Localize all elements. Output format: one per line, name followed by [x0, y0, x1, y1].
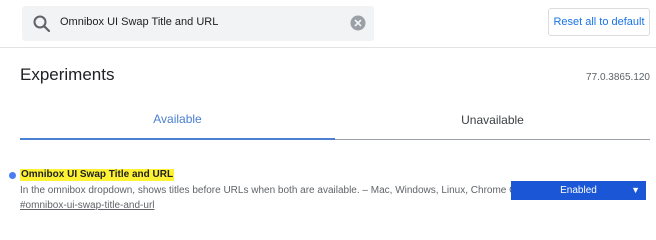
experiment-enabled-indicator: [9, 172, 16, 179]
top-bar: Omnibox UI Swap Title and URL Reset all …: [0, 0, 656, 48]
tab-available[interactable]: Available: [20, 100, 335, 140]
experiment-permalink[interactable]: #omnibox-ui-swap-title-and-url: [20, 200, 155, 211]
search-input-value: Omnibox UI Swap Title and URL: [60, 16, 219, 28]
flags-page: Omnibox UI Swap Title and URL Reset all …: [0, 0, 656, 239]
tab-bar: Available Unavailable: [20, 100, 650, 140]
version-label: 77.0.3865.120: [586, 72, 650, 83]
experiment-description: In the omnibox dropdown, shows titles be…: [20, 185, 524, 196]
search-input[interactable]: Omnibox UI Swap Title and URL: [22, 6, 374, 41]
search-icon: [32, 14, 52, 34]
page-title: Experiments: [20, 65, 115, 84]
reset-all-button[interactable]: Reset all to default: [548, 8, 650, 36]
experiment-title: Omnibox UI Swap Title and URL: [20, 169, 175, 181]
experiment-state-select[interactable]: Enabled ▼: [511, 181, 646, 200]
tab-unavailable[interactable]: Unavailable: [335, 100, 650, 140]
experiment-state-value: Enabled: [560, 185, 597, 196]
chevron-down-icon: ▼: [631, 185, 640, 195]
clear-icon[interactable]: [350, 15, 366, 31]
